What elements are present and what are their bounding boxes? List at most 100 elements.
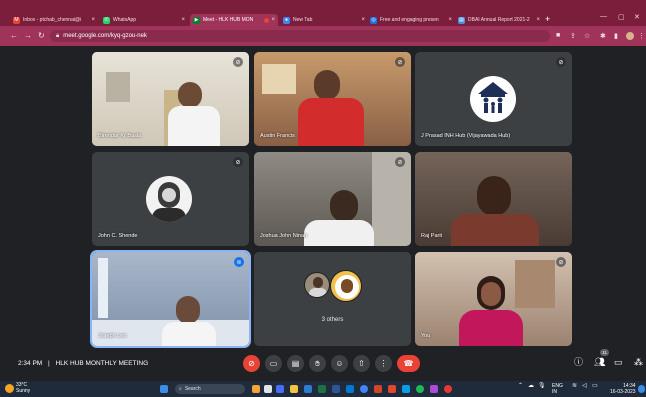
mic-off-icon: ⊘ (395, 57, 405, 67)
mic-toggle-button[interactable]: ⊘ (243, 355, 260, 372)
mic-tray-icon[interactable]: 🎙︎ (538, 383, 546, 390)
new-tab-button[interactable]: + (545, 14, 550, 24)
portrait-face (313, 277, 323, 288)
chrome-icon[interactable] (360, 385, 368, 393)
excel-icon[interactable] (318, 385, 326, 393)
store-icon[interactable] (430, 385, 438, 393)
task-view-icon[interactable] (264, 385, 272, 393)
screen: M Inbox - ptchab_chennai@i × ✆ WhatsApp … (0, 0, 646, 397)
edge-icon[interactable] (304, 385, 312, 393)
participant-tile[interactable]: ⊘ Austin Francis (254, 52, 411, 146)
tray-overflow-icon[interactable]: ⌃ (518, 383, 523, 390)
word-icon[interactable] (332, 385, 340, 393)
tab-whatsapp[interactable]: ✆ WhatsApp × (100, 14, 188, 26)
close-icon[interactable]: × (536, 17, 540, 23)
others-count-label: 3 others (321, 317, 344, 323)
tab-meet[interactable]: ▶ Meet - HLK HUB MON × (190, 14, 278, 26)
participant-tile[interactable]: ⊘ J Prasad INH Hub (Vijayawada Hub) (415, 52, 572, 146)
self-view-tile[interactable]: ⊘ You (415, 252, 572, 346)
more-options-button[interactable]: ⋮ (375, 355, 392, 372)
participant-tile[interactable]: ⊘ Joshua John Ninan (254, 152, 411, 246)
people-icon[interactable]: 👥︎ (594, 357, 605, 367)
cloud-icon[interactable]: ☁ (528, 383, 534, 390)
powerpoint-icon[interactable] (374, 385, 382, 393)
url-text: meet.google.com/kyq-gzou-nek (63, 33, 147, 39)
close-icon[interactable]: × (361, 17, 365, 23)
window-close-icon[interactable]: ✕ (634, 13, 640, 21)
whatsapp-icon: ✆ (103, 16, 110, 24)
wifi-icon[interactable]: ≋ (572, 383, 577, 390)
close-icon[interactable]: × (181, 17, 185, 23)
mail-icon[interactable] (402, 385, 410, 393)
tab-dbai-report[interactable]: ▤ DBAI Annual Report 2021-2 × (455, 14, 543, 26)
participant-tile[interactable]: ⊘ John C. Shende (92, 152, 249, 246)
participant-tile[interactable]: Raj Parit (415, 152, 572, 246)
leave-call-button[interactable]: ☎ (397, 355, 420, 372)
close-icon[interactable]: × (91, 17, 95, 23)
tab-new-tab[interactable]: ● New Tab × (280, 14, 368, 26)
participant-name: You (421, 333, 431, 339)
captions-icon: ▤ (291, 359, 300, 368)
share-icon[interactable]: ⇪ (570, 32, 576, 40)
back-icon[interactable]: ← (10, 31, 18, 41)
windows-start-icon[interactable] (160, 385, 168, 393)
minimize-icon[interactable]: — (600, 13, 607, 20)
volume-icon[interactable]: ◁ (582, 383, 587, 390)
recording-indicator-icon (264, 17, 270, 23)
opera-icon[interactable] (388, 385, 396, 393)
close-icon[interactable]: × (271, 17, 275, 23)
wall-shelf (262, 64, 296, 94)
file-explorer-icon[interactable] (290, 385, 298, 393)
app-icon[interactable] (444, 385, 452, 393)
maximize-icon[interactable]: ▢ (618, 13, 625, 21)
language-indicator[interactable]: ENG IN (552, 383, 563, 395)
hand-icon: ✋︎ (315, 358, 320, 368)
taskbar-search[interactable]: ⌕ Search (175, 384, 245, 394)
family-logo-icon (478, 82, 508, 113)
reload-icon[interactable]: ↻ (38, 31, 45, 41)
forward-icon[interactable]: → (24, 31, 32, 41)
portrait-shoulders (309, 288, 327, 297)
extensions-icon[interactable]: ✱ (600, 32, 606, 40)
weather-widget[interactable]: 33°C Sunny (16, 382, 30, 394)
profile-avatar[interactable] (626, 32, 634, 40)
camera-toggle-button[interactable]: ▭ (265, 355, 282, 372)
spotify-icon[interactable] (416, 385, 424, 393)
camera-in-use-icon[interactable]: ■ (556, 32, 560, 39)
kebab-icon: ⋮ (379, 359, 388, 368)
chat-icon[interactable]: ▭ (614, 357, 623, 367)
tab-mentimeter[interactable]: ◎ Free and engaging presen × (367, 14, 455, 26)
person-body (298, 98, 364, 146)
activities-icon[interactable]: ⁂ (634, 357, 643, 367)
participant-tile[interactable]: ≋ Joseph Leo (90, 250, 251, 348)
avatar (330, 270, 362, 302)
participant-tile[interactable]: ⊘ Birendar Kr Basla (92, 52, 249, 146)
window-pane (98, 258, 108, 318)
raise-hand-button[interactable]: ✋︎ (309, 355, 326, 372)
tab-gmail[interactable]: M Inbox - ptchab_chennai@i × (10, 14, 98, 26)
copilot-icon[interactable] (252, 385, 260, 393)
mic-off-icon: ⊘ (233, 57, 243, 67)
clock[interactable]: 14:34 16-03-2023 (610, 383, 636, 395)
present-button[interactable]: ⇧ (353, 355, 370, 372)
close-icon[interactable]: × (448, 17, 452, 23)
bookmark-star-icon[interactable]: ☆ (584, 32, 590, 40)
battery-icon[interactable]: ▭ (592, 383, 598, 390)
notifications-icon[interactable] (638, 385, 645, 393)
address-bar[interactable]: 🔒︎ meet.google.com/kyq-gzou-nek (50, 30, 550, 42)
search-icon: ⌕ (179, 386, 182, 392)
sidebar-icon[interactable]: ▮ (614, 32, 618, 40)
outlook-icon[interactable] (346, 385, 354, 393)
people-count-badge: 11 (600, 349, 609, 356)
captions-button[interactable]: ▤ (287, 355, 304, 372)
browser-toolbar: ← → ↻ 🔒︎ meet.google.com/kyq-gzou-nek ■ … (0, 26, 646, 46)
person-head (477, 176, 511, 216)
reactions-button[interactable]: ☺ (331, 355, 348, 372)
person-body (304, 220, 374, 246)
teams-icon[interactable] (276, 385, 284, 393)
others-tile[interactable]: 3 others (254, 252, 411, 346)
wall-panel (372, 152, 411, 246)
menu-kebab-icon[interactable]: ⋮ (638, 32, 645, 40)
tab-label: DBAI Annual Report 2021-2 (468, 17, 530, 23)
meeting-details-icon[interactable]: ⓘ (574, 357, 583, 367)
